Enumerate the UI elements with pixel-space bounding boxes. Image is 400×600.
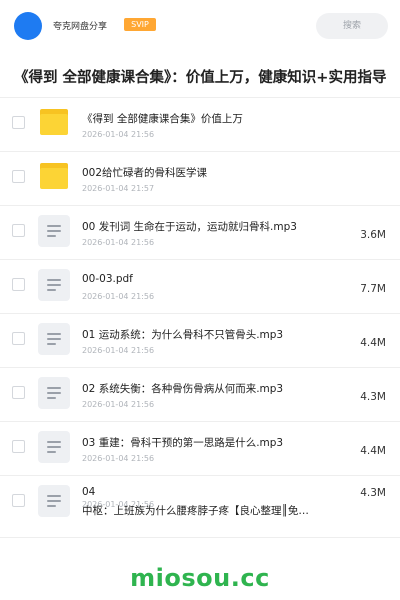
file-size: 4.4M [360,337,386,349]
file-row[interactable]: 02 系统失衡：各种骨伤骨病从何而来.mp3 2026-01-04 21:56 … [0,368,400,422]
app-name: 夸克网盘分享 [53,22,108,32]
document-icon [38,215,70,247]
file-name: 04 [82,486,96,498]
file-date: 2026-01-04 21:56 [82,238,155,247]
file-name: 002给忙碌者的骨科医学课 [82,167,208,179]
row-checkbox[interactable] [12,440,25,453]
file-date: 2026-01-04 21:56 [82,292,155,301]
file-name: 00 发刊词 生命在于运动，运动就归骨科.mp3 [82,221,297,233]
document-icon [38,485,70,517]
file-row[interactable]: 00-03.pdf 2026-01-04 21:56 7.7M [0,260,400,314]
row-checkbox[interactable] [12,170,25,183]
file-date: 2026-01-04 21:56 [82,454,155,463]
file-name: 01 运动系统：为什么骨科不只管骨头.mp3 [82,329,284,341]
file-name-continued: 中枢：上班族为什么腰疼脖子疼【良心整理║免… [82,505,309,517]
file-size: 4.3M [360,391,386,403]
row-checkbox[interactable] [12,494,25,507]
document-icon [38,269,70,301]
file-size: 3.6M [360,229,386,241]
avatar[interactable] [14,12,42,40]
file-name: 02 系统失衡：各种骨伤骨病从何而来.mp3 [82,383,284,395]
file-row[interactable]: 03 重建：骨科干预的第一思路是什么.mp3 2026-01-04 21:56 … [0,422,400,476]
file-size: 4.3M [360,487,386,499]
file-date: 2026-01-04 21:56 [82,400,155,409]
file-size: 4.4M [360,445,386,457]
folder-title-bar: 《得到 全部健康课合集》：价值上万，健康知识+实用指导 [0,52,400,98]
file-row[interactable]: 04 2026-01-04 21:56 中枢：上班族为什么腰疼脖子疼【良心整理║… [0,476,400,538]
search-button[interactable]: 搜索 [316,13,388,39]
row-checkbox[interactable] [12,116,25,129]
file-row[interactable]: 00 发刊词 生命在于运动，运动就归骨科.mp3 2026-01-04 21:5… [0,206,400,260]
folder-icon [38,161,70,193]
document-icon [38,323,70,355]
footer: miosou.cc [0,556,400,600]
file-name: 03 重建：骨科干预的第一思路是什么.mp3 [82,437,284,449]
file-date: 2026-01-04 21:57 [82,184,155,193]
file-row[interactable]: 01 运动系统：为什么骨科不只管骨头.mp3 2026-01-04 21:56 … [0,314,400,368]
document-icon [38,377,70,409]
document-icon [38,431,70,463]
folder-title: 《得到 全部健康课合集》：价值上万，健康知识+实用指导 [14,70,387,86]
row-checkbox[interactable] [12,224,25,237]
folder-icon [38,107,70,139]
top-header: 夸克网盘分享 SVIP 搜索 [0,0,400,52]
file-name: 00-03.pdf [82,273,133,285]
watermark-text: miosou.cc [130,564,270,592]
row-checkbox[interactable] [12,332,25,345]
file-date: 2026-01-04 21:56 [82,130,155,139]
row-checkbox[interactable] [12,278,25,291]
file-date: 2026-01-04 21:56 [82,346,155,355]
svip-badge: SVIP [124,18,156,31]
file-size: 7.7M [360,283,386,295]
row-checkbox[interactable] [12,386,25,399]
file-row[interactable]: 002给忙碌者的骨科医学课 2026-01-04 21:57 [0,152,400,206]
file-list: 《得到 全部健康课合集》价值上万 2026-01-04 21:56 002给忙碌… [0,98,400,538]
file-row[interactable]: 《得到 全部健康课合集》价值上万 2026-01-04 21:56 [0,98,400,152]
file-name: 《得到 全部健康课合集》价值上万 [82,113,243,125]
